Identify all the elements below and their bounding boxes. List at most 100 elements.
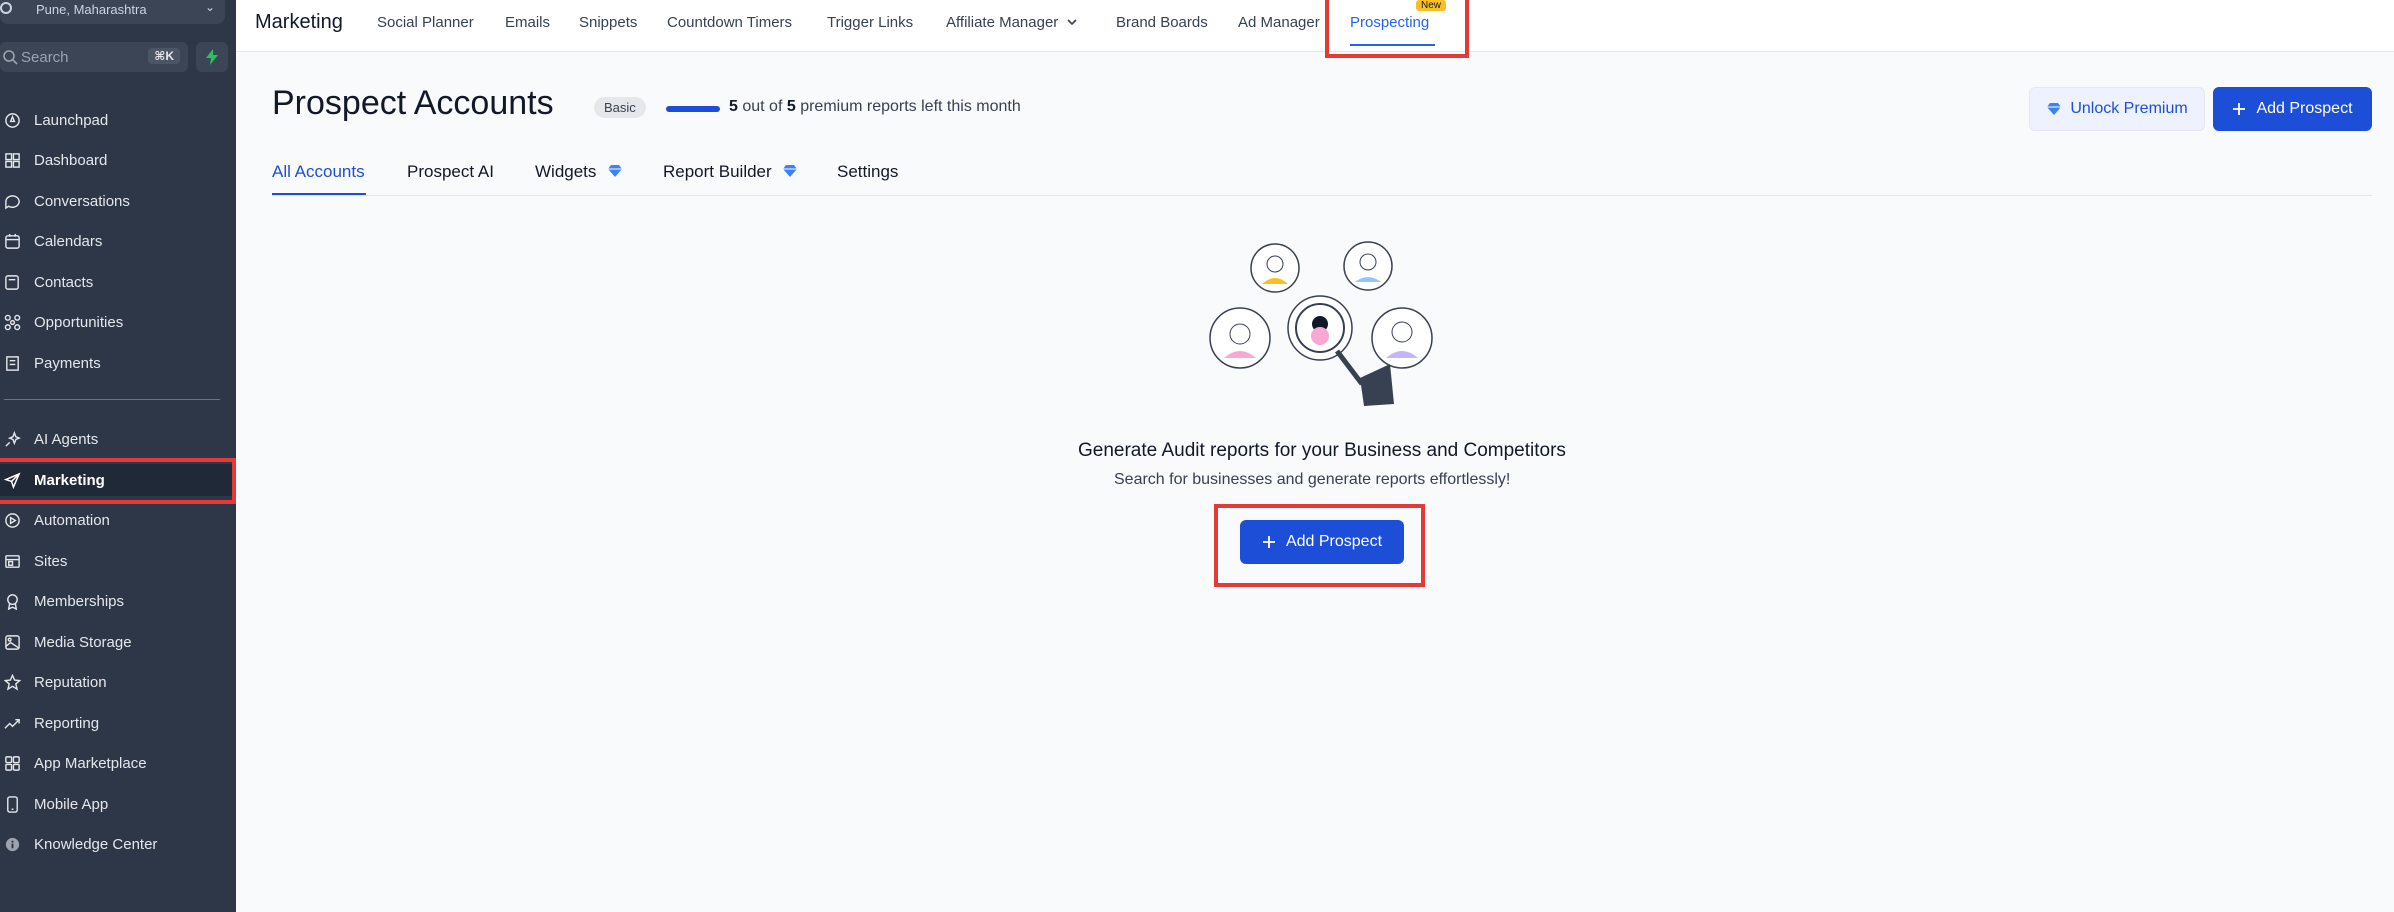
sidebar-item-label: Opportunities: [34, 313, 124, 331]
sidebar-item-memberships[interactable]: Memberships: [0, 585, 236, 617]
grid-icon: [2, 150, 22, 170]
active-tab-underline: [1350, 44, 1435, 46]
sidebar-item-label: Payments: [34, 354, 101, 372]
badge-icon: [2, 591, 22, 611]
tab-settings[interactable]: Settings: [837, 162, 898, 182]
tab-widgets[interactable]: Widgets: [535, 162, 623, 182]
unlock-premium-label: Unlock Premium: [2070, 100, 2188, 117]
chevron-down-icon: ⌄: [204, 0, 215, 14]
search-placeholder: Search: [21, 49, 69, 66]
sidebar-item-label: Marketing: [34, 471, 105, 489]
location-icon: [0, 2, 12, 14]
tab-ad-manager[interactable]: Ad Manager: [1238, 14, 1320, 31]
sidebar-item-ai-agents[interactable]: AI Agents: [0, 423, 236, 455]
plus-icon: [2233, 103, 2246, 115]
sidebar-item-label: AI Agents: [34, 430, 99, 448]
tab-label: Report Builder: [663, 162, 772, 181]
location-switcher[interactable]: Pune, Maharashtra ⌄: [0, 0, 225, 24]
calendar-icon: [2, 231, 22, 251]
sidebar-item-label: Reputation: [34, 673, 107, 691]
tab-label: Affiliate Manager: [946, 14, 1059, 31]
sidebar-item-calendars[interactable]: Calendars: [0, 225, 236, 257]
opportunities-icon: [2, 312, 22, 332]
sidebar-item-conversations[interactable]: Conversations: [0, 185, 236, 217]
quick-actions-button[interactable]: [196, 42, 228, 72]
search-icon: [3, 50, 18, 65]
apps-icon: [2, 753, 22, 773]
receipt-icon: [2, 353, 22, 373]
search-input[interactable]: Search ⌘K: [0, 42, 188, 72]
tab-snippets[interactable]: Snippets: [579, 14, 637, 31]
unlock-premium-button[interactable]: Unlock Premium: [2029, 87, 2205, 131]
sidebar-item-label: Automation: [34, 511, 110, 529]
search-shortcut: ⌘K: [148, 48, 180, 64]
tab-countdown-timers[interactable]: Countdown Timers: [667, 14, 792, 31]
tab-all-accounts[interactable]: All Accounts: [272, 162, 365, 182]
empty-state-title: Generate Audit reports for your Business…: [1078, 440, 1566, 461]
quota-out-of: out of: [742, 98, 783, 115]
plan-badge: Basic: [594, 97, 646, 118]
new-badge: New: [1416, 0, 1447, 11]
sidebar-item-label: Reporting: [34, 714, 100, 732]
page-title: Prospect Accounts: [272, 84, 554, 122]
tab-emails[interactable]: Emails: [505, 14, 550, 31]
sidebar-item-label: Sites: [34, 552, 68, 570]
sidebar-item-media-storage[interactable]: Media Storage: [0, 626, 236, 658]
sidebar-item-label: Conversations: [34, 192, 130, 210]
phone-icon: [2, 794, 22, 814]
tab-prospect-ai[interactable]: Prospect AI: [407, 162, 494, 182]
tab-prospecting[interactable]: Prospecting: [1350, 14, 1429, 31]
top-nav-bar: Marketing Social Planner Emails Snippets…: [236, 0, 2394, 52]
trend-icon: [2, 713, 22, 733]
sidebar-item-label: Memberships: [34, 592, 125, 610]
diamond-icon: [2047, 103, 2062, 115]
diamond-icon: [608, 165, 623, 177]
tab-social-planner[interactable]: Social Planner: [377, 14, 474, 31]
info-icon: [2, 834, 22, 854]
star-icon: [2, 672, 22, 692]
add-prospect-empty-button[interactable]: Add Prospect: [1240, 520, 1404, 564]
automation-icon: [2, 510, 22, 530]
quota-progress-bar: [666, 106, 720, 112]
sidebar-item-dashboard[interactable]: Dashboard: [0, 144, 236, 176]
sidebar-item-label: Contacts: [34, 273, 94, 291]
sidebar-item-sites[interactable]: Sites: [0, 545, 236, 577]
sidebar-item-label: Launchpad: [34, 111, 109, 129]
sidebar-item-label: Media Storage: [34, 633, 132, 651]
location-subtitle: Pune, Maharashtra: [36, 2, 147, 17]
sidebar-item-knowledge-center[interactable]: Knowledge Center: [0, 828, 236, 860]
tab-trigger-links[interactable]: Trigger Links: [827, 14, 913, 31]
tab-report-builder[interactable]: Report Builder: [663, 162, 798, 182]
sidebar-item-reputation[interactable]: Reputation: [0, 666, 236, 698]
sidebar-item-label: Dashboard: [34, 151, 108, 169]
add-prospect-button[interactable]: Add Prospect: [2213, 87, 2372, 131]
rocket-icon: [2, 110, 22, 130]
sidebar-item-opportunities[interactable]: Opportunities: [0, 306, 236, 338]
quota-suffix: premium reports left this month: [800, 98, 1021, 115]
sidebar-item-launchpad[interactable]: Launchpad: [0, 104, 236, 136]
subtab-divider: [272, 195, 2372, 196]
sidebar-item-app-marketplace[interactable]: App Marketplace: [0, 747, 236, 779]
sidebar-item-marketing[interactable]: Marketing: [0, 464, 236, 496]
sidebar: Pune, Maharashtra ⌄ Search ⌘K Launchpad …: [0, 0, 236, 912]
image-icon: [2, 632, 22, 652]
quota-text: 5 out of 5 premium reports left this mon…: [729, 98, 1021, 116]
sidebar-item-mobile-app[interactable]: Mobile App: [0, 788, 236, 820]
tab-brand-boards[interactable]: Brand Boards: [1116, 14, 1208, 31]
sidebar-item-automation[interactable]: Automation: [0, 504, 236, 536]
sidebar-item-payments[interactable]: Payments: [0, 347, 236, 379]
sidebar-divider: [4, 399, 220, 400]
sidebar-item-contacts[interactable]: Contacts: [0, 266, 236, 298]
sites-icon: [2, 551, 22, 571]
diamond-icon: [783, 165, 798, 177]
prospect-search-illustration: [1209, 241, 1433, 406]
empty-state-subtitle: Search for businesses and generate repor…: [1114, 471, 1511, 488]
send-icon: [2, 470, 22, 490]
quota-used: 5: [729, 98, 738, 115]
sidebar-item-reporting[interactable]: Reporting: [0, 707, 236, 739]
sidebar-item-label: Mobile App: [34, 795, 109, 813]
tab-affiliate-manager[interactable]: Affiliate Manager: [946, 14, 1078, 31]
sparkle-icon: [2, 429, 22, 449]
section-title: Marketing: [255, 11, 343, 33]
plus-icon: [1262, 536, 1275, 548]
